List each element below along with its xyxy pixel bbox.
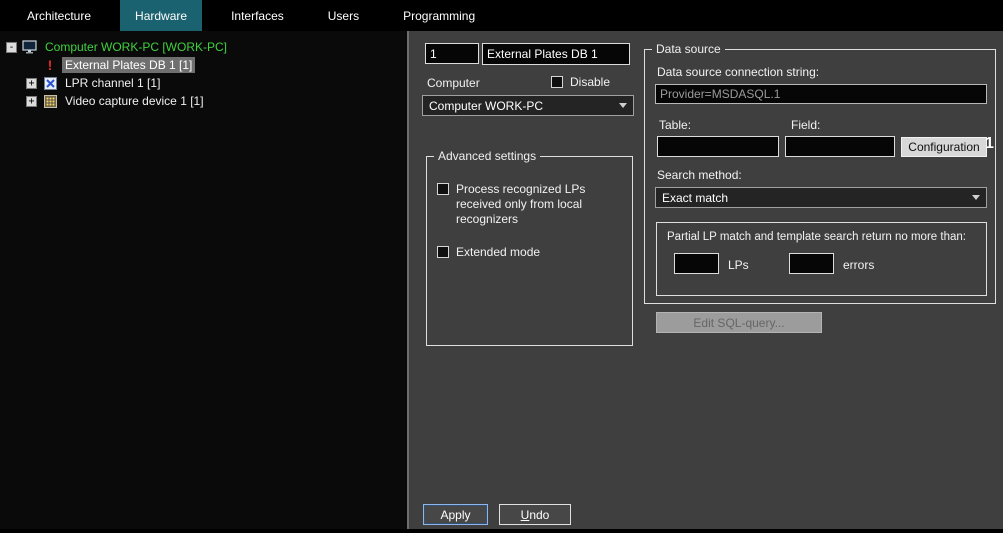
process-lps-checkbox-row: Process recognized LPs received only fro… (437, 182, 617, 227)
errors-limit-field[interactable] (789, 253, 834, 274)
process-lps-label: Process recognized LPs received only fro… (456, 182, 608, 227)
tab-hardware[interactable]: Hardware (120, 0, 202, 31)
errors-label: errors (843, 258, 874, 272)
extended-mode-checkbox[interactable] (437, 246, 449, 258)
undo-button-label: Undo (521, 508, 550, 522)
configuration-button[interactable]: Configuration (901, 137, 987, 157)
lps-label: LPs (728, 258, 749, 272)
step-annotation: 1 (985, 135, 994, 153)
advanced-settings-title: Advanced settings (434, 149, 540, 163)
chevron-down-icon (972, 195, 980, 200)
apply-button[interactable]: Apply (423, 504, 488, 525)
undo-button[interactable]: Undo (499, 504, 571, 525)
tab-bar: Architecture Hardware Interfaces Users P… (0, 0, 1003, 31)
expand-toggle-icon[interactable]: + (26, 96, 37, 107)
search-method-label: Search method: (657, 168, 742, 182)
tree-item-label-selected: External Plates DB 1 [1] (62, 57, 195, 73)
disable-label: Disable (570, 75, 610, 89)
disable-checkbox[interactable] (551, 76, 563, 88)
collapse-toggle-icon[interactable]: - (6, 42, 17, 53)
tab-programming[interactable]: Programming (388, 0, 490, 31)
lpr-channel-icon (42, 76, 58, 90)
edit-sql-query-button[interactable]: Edit SQL-query... (656, 312, 822, 333)
tree-item-label: LPR channel 1 [1] (62, 75, 163, 91)
tree-item-label: Video capture device 1 [1] (62, 93, 207, 109)
extended-mode-checkbox-row: Extended mode (437, 245, 540, 259)
partial-match-label: Partial LP match and template search ret… (667, 231, 966, 243)
process-lps-checkbox[interactable] (437, 183, 449, 195)
connection-string-field[interactable] (655, 84, 987, 104)
lps-limit-field[interactable] (674, 253, 719, 274)
settings-panel: Computer Disable Computer WORK-PC Advanc… (411, 31, 1003, 529)
field-field[interactable] (785, 136, 895, 157)
video-capture-icon (42, 94, 58, 108)
tab-users[interactable]: Users (313, 0, 374, 31)
chevron-down-icon (619, 103, 627, 108)
partial-match-group: Partial LP match and template search ret… (656, 222, 987, 296)
tab-interfaces[interactable]: Interfaces (216, 0, 299, 31)
tree-item-video-capture-device[interactable]: + Video capture device 1 [1] (0, 92, 407, 110)
tree-item-computer[interactable]: - Computer WORK-PC [WORK-PC] (0, 38, 407, 56)
table-label: Table: (659, 118, 691, 132)
window-bottom-edge (0, 529, 1003, 533)
field-label: Field: (791, 118, 820, 132)
id-field[interactable] (425, 43, 479, 64)
advanced-settings-group: Advanced settings Process recognized LPs… (426, 156, 633, 346)
computer-dropdown-value: Computer WORK-PC (429, 99, 543, 113)
table-field[interactable] (657, 136, 779, 157)
expand-toggle-icon[interactable]: + (26, 78, 37, 89)
data-source-title: Data source (652, 42, 725, 56)
data-source-group: Data source Data source connection strin… (644, 49, 996, 304)
tab-architecture[interactable]: Architecture (12, 0, 106, 31)
search-method-value: Exact match (662, 191, 728, 205)
extended-mode-label: Extended mode (456, 245, 540, 259)
hardware-tree: - Computer WORK-PC [WORK-PC] ! External … (0, 31, 409, 529)
tree-item-lpr-channel[interactable]: + LPR channel 1 [1] (0, 74, 407, 92)
tree-item-label: Computer WORK-PC [WORK-PC] (42, 39, 230, 55)
tree-item-external-plates-db[interactable]: ! External Plates DB 1 [1] (0, 56, 407, 74)
alert-icon: ! (42, 58, 58, 72)
app-window: Architecture Hardware Interfaces Users P… (0, 0, 1003, 533)
connection-string-label: Data source connection string: (657, 65, 819, 79)
name-field[interactable] (482, 43, 630, 65)
computer-icon (22, 40, 38, 54)
disable-checkbox-row: Disable (551, 75, 610, 89)
computer-label: Computer (427, 76, 480, 90)
search-method-dropdown[interactable]: Exact match (655, 187, 987, 208)
computer-dropdown[interactable]: Computer WORK-PC (422, 95, 634, 116)
